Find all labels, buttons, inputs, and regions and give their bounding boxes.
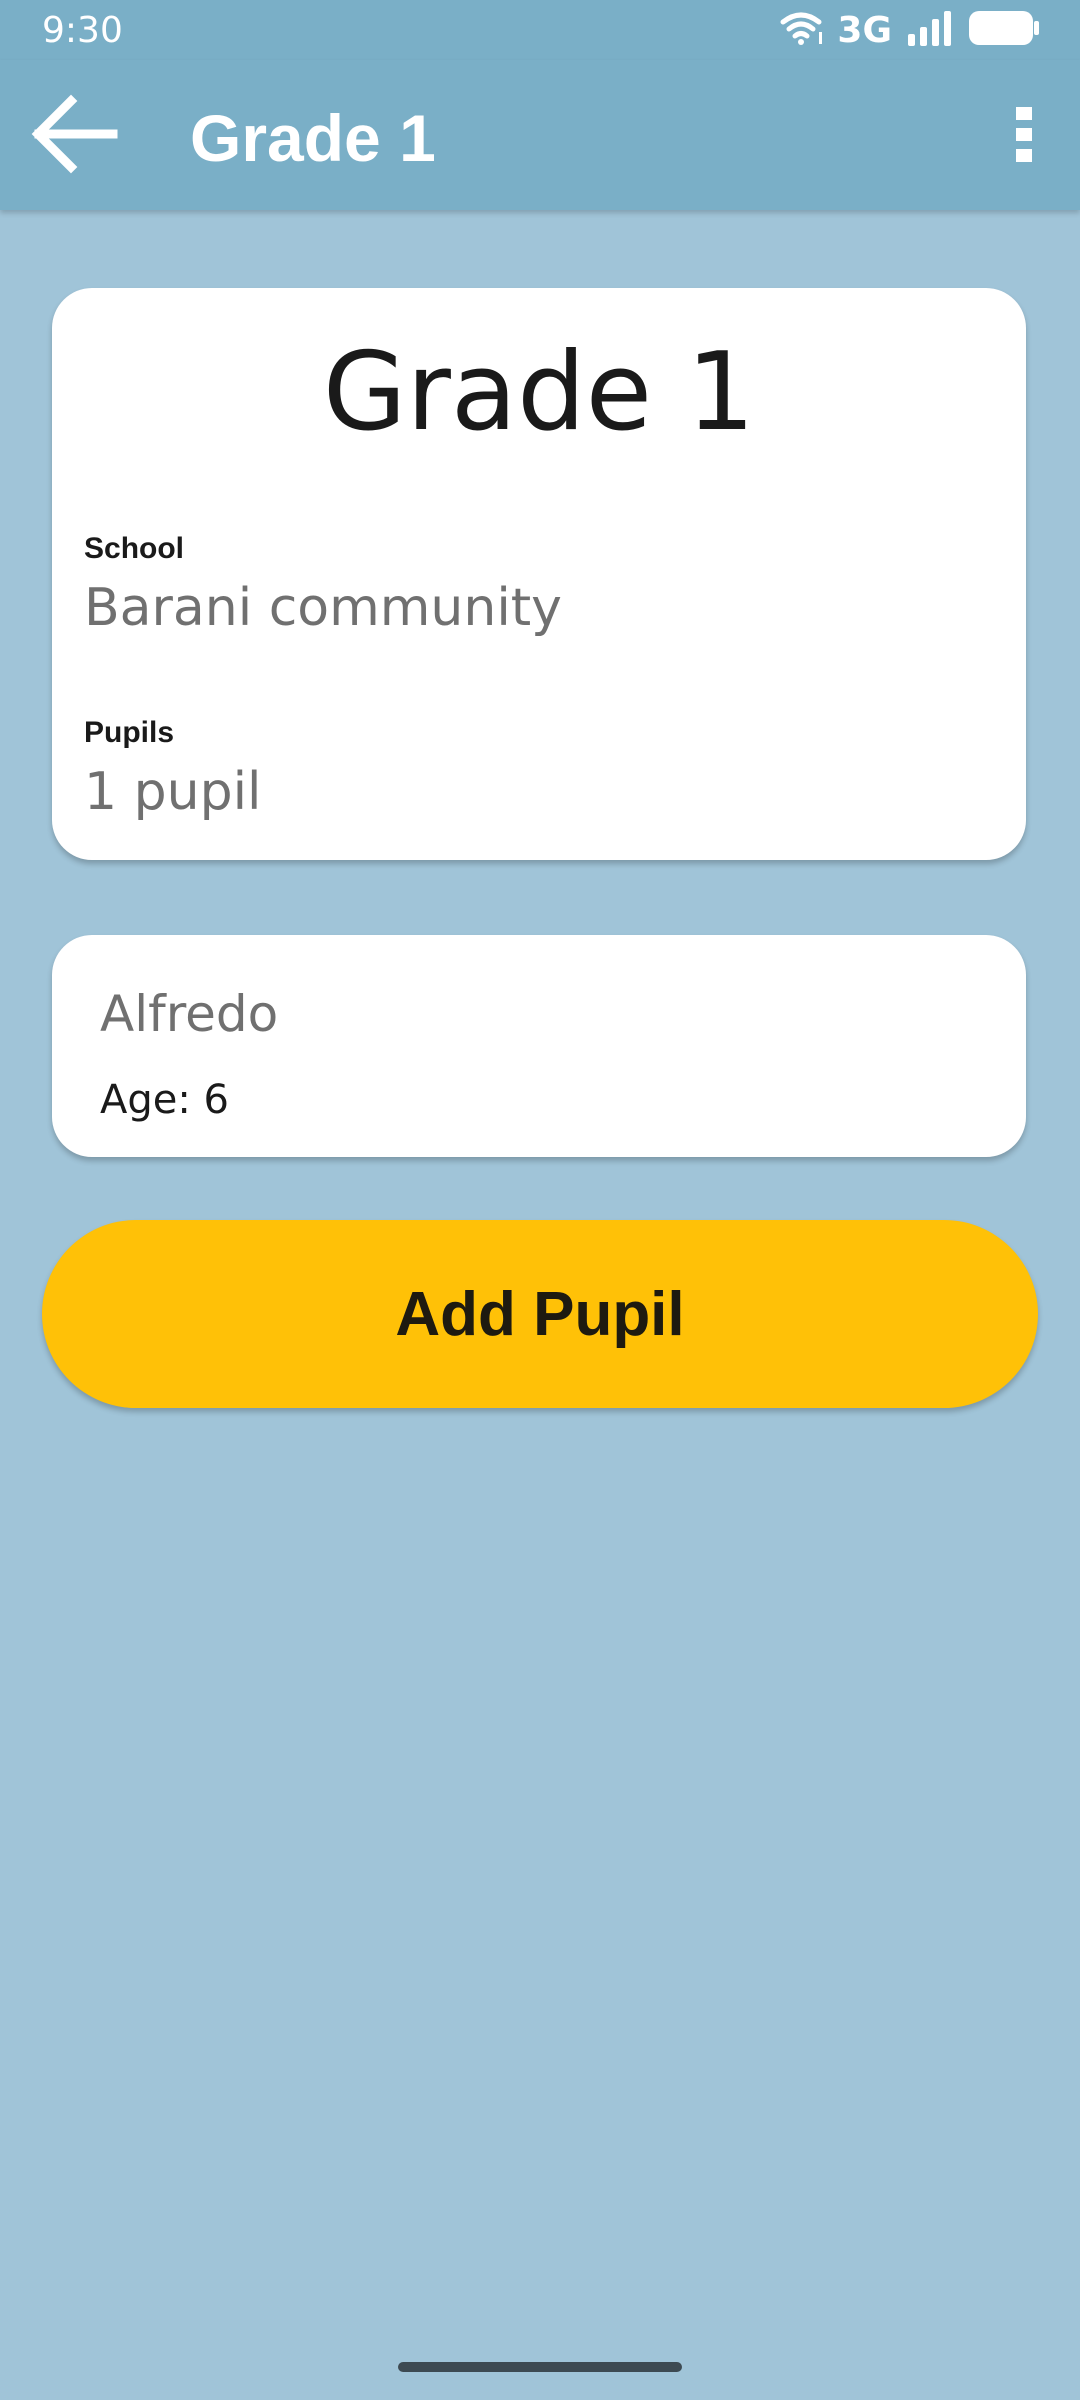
arrow-back-icon [31, 94, 118, 174]
status-bar: 9:30 3G [0, 0, 1080, 60]
app-title: Grade 1 [190, 101, 436, 175]
school-value: Barani community [84, 578, 562, 638]
back-button[interactable] [26, 86, 122, 182]
school-label: School [84, 532, 185, 565]
pupils-label: Pupils [84, 716, 175, 749]
more-options-button[interactable] [988, 90, 1060, 180]
app-bar: Grade 1 [0, 60, 1080, 210]
signal-icon [906, 10, 954, 51]
network-type: 3G [837, 9, 892, 51]
pupils-count: 1 pupil [84, 762, 262, 822]
class-details-card: Grade 1 School Barani community Pupils 1… [52, 288, 1026, 860]
pupil-list-item[interactable]: Alfredo Age: 6 [52, 935, 1026, 1157]
add-pupil-button[interactable]: Add Pupil [42, 1220, 1038, 1408]
status-time: 9:30 [42, 10, 123, 51]
battery-icon [968, 10, 1040, 51]
class-title: Grade 1 [322, 330, 756, 455]
wifi-icon [779, 10, 823, 51]
home-indicator[interactable] [398, 2362, 682, 2372]
more-vert-icon [1016, 107, 1032, 162]
status-icons: 3G [779, 8, 1040, 52]
pupil-age: Age: 6 [100, 1077, 230, 1123]
pupil-name: Alfredo [100, 985, 279, 1043]
